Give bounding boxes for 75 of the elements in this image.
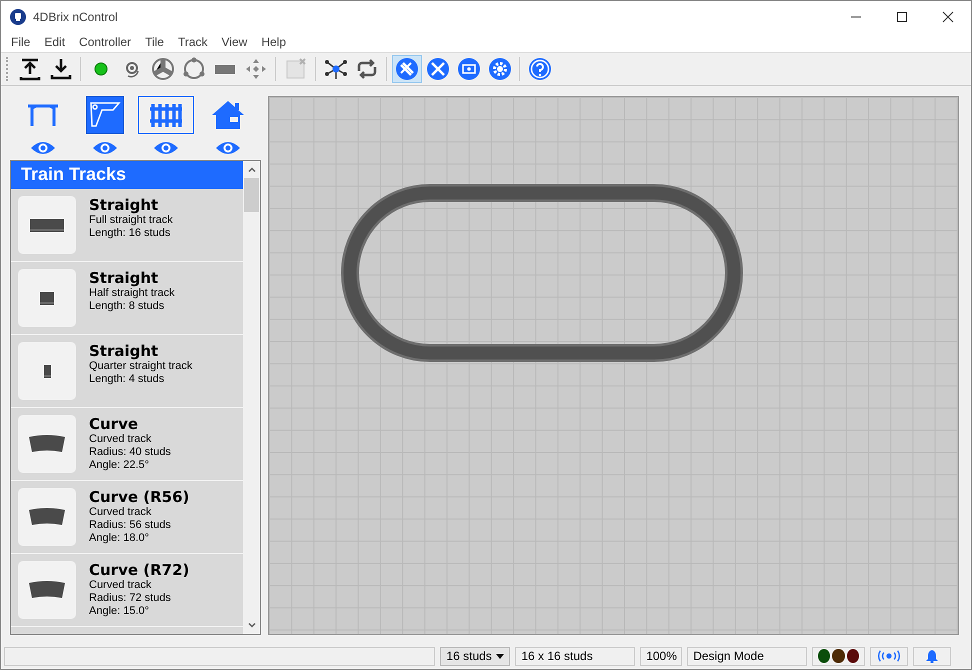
straight-track-icon [44,364,50,378]
track-piece-item[interactable]: Curve (R56) Curved track Radius: 56 studs Angle: 18.0° [11,481,243,554]
straight-track-icon [40,292,54,304]
straight-track-icon [30,218,64,232]
track-piece-item[interactable]: Straight Quarter straight track Length: 4 studs [11,335,243,408]
piece-detail: Radius: 40 studs [89,446,171,459]
grid-size-dropdown[interactable]: 16 studs [440,646,510,666]
scrollbar[interactable] [243,161,260,634]
piece-detail: Curved track [89,506,152,519]
piece-detail: Half straight track [89,287,175,300]
piece-detail: Curved track [89,579,152,592]
category-tab[interactable] [138,96,194,134]
scroll-thumb[interactable] [244,178,259,212]
piece-name: Curve (R72) [89,561,190,579]
piece-name: Straight [89,196,160,214]
download-icon [48,57,72,81]
category-tab[interactable] [86,96,124,134]
network-icon [324,57,348,81]
track-piece-item[interactable]: Straight Full straight track Length: 16 studs [11,189,243,262]
scroll-up-icon[interactable] [248,167,256,172]
menu-item[interactable]: Tile [138,35,171,49]
track-piece-item[interactable]: Curve Curved track Radius: 40 studs Angle: 22.5° [11,408,243,481]
piece-name: Straight [89,269,160,287]
house-icon [210,100,245,130]
piece-detail: Length: 16 studs [89,227,172,240]
baseplate-icon [88,100,122,130]
curved-track-icon [28,581,66,599]
piece-detail: Radius: 56 studs [89,519,172,532]
curved-track-icon [28,508,66,526]
piece-detail: Angle: 15.0° [89,605,150,618]
zoom-field: 100% [640,646,682,666]
tile-size-field: 16 x 16 studs [515,646,636,666]
settings-icon [488,57,512,81]
screen-icon [456,57,480,81]
piece-detail: Full straight track [89,214,173,227]
eye-icon[interactable] [153,140,180,156]
scroll-down-icon[interactable] [248,623,256,628]
piece-detail: Curved track [89,433,152,446]
mode-field: Design Mode [687,646,808,666]
piece-name: Curve (R56) [89,488,190,506]
eye-icon[interactable] [30,140,56,156]
piece-name: Curve [89,415,140,433]
close-icon[interactable] [942,10,954,22]
track-piece-item[interactable]: Curve (R72) Curved track Radius: 72 studs Angle: 15.0° [11,554,243,627]
piece-detail: Angle: 18.0° [89,532,150,545]
menu-item[interactable]: Track [170,35,215,49]
bell-icon[interactable] [926,650,938,662]
eye-icon[interactable] [92,140,118,156]
track-piece-item[interactable]: Straight Half straight track Length: 8 studs [11,262,243,335]
menu-item[interactable]: File [4,35,38,49]
upload-icon [18,57,42,81]
delete-icon [284,57,308,81]
piece-detail: Length: 4 studs [89,373,166,386]
piece-detail: Angle: 22.5° [89,459,150,472]
layout-canvas[interactable] [268,96,959,635]
app-logo-icon [10,8,26,24]
move-arrows-icon [244,57,268,81]
circle-icon [182,57,206,81]
menu-item[interactable]: Edit [37,35,72,49]
broadcast-icon[interactable] [876,649,902,663]
help-icon [528,57,552,81]
curved-track-icon [28,435,66,453]
piece-name: Straight [89,342,160,360]
maximize-icon[interactable] [896,10,908,22]
window-title: 4DBrix nControl [33,10,118,24]
piece-detail: Radius: 72 studs [89,592,172,605]
piece-detail: Quarter straight track [89,360,192,373]
menu-item[interactable]: Help [254,35,293,49]
menu-item[interactable]: View [214,35,254,49]
piece-detail: Length: 8 studs [89,300,166,313]
menu-item[interactable]: Controller [72,35,138,49]
three-way-icon [150,57,174,81]
dropdown-caret-icon [496,654,504,658]
eye-icon[interactable] [214,140,241,156]
palette-header: Train Tracks [11,161,243,189]
